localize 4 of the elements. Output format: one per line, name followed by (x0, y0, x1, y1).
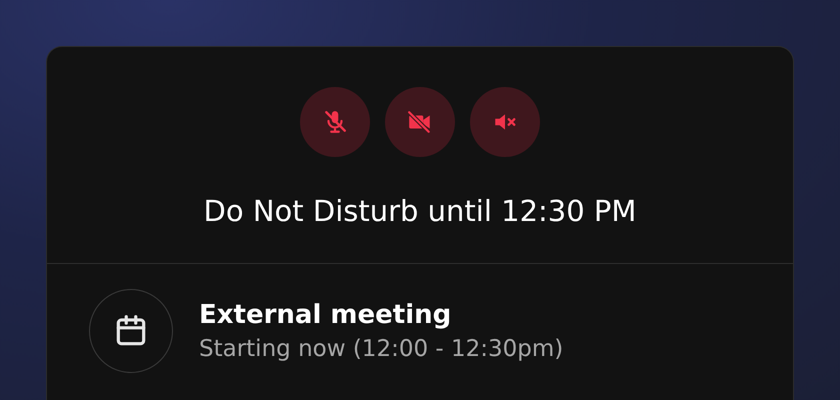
event-time: Starting now (12:00 - 12:30pm) (199, 336, 564, 362)
microphone-muted-icon (322, 109, 348, 135)
event-title: External meeting (199, 300, 452, 330)
status-text: Do Not Disturb until 12:30 PM (202, 193, 638, 230)
